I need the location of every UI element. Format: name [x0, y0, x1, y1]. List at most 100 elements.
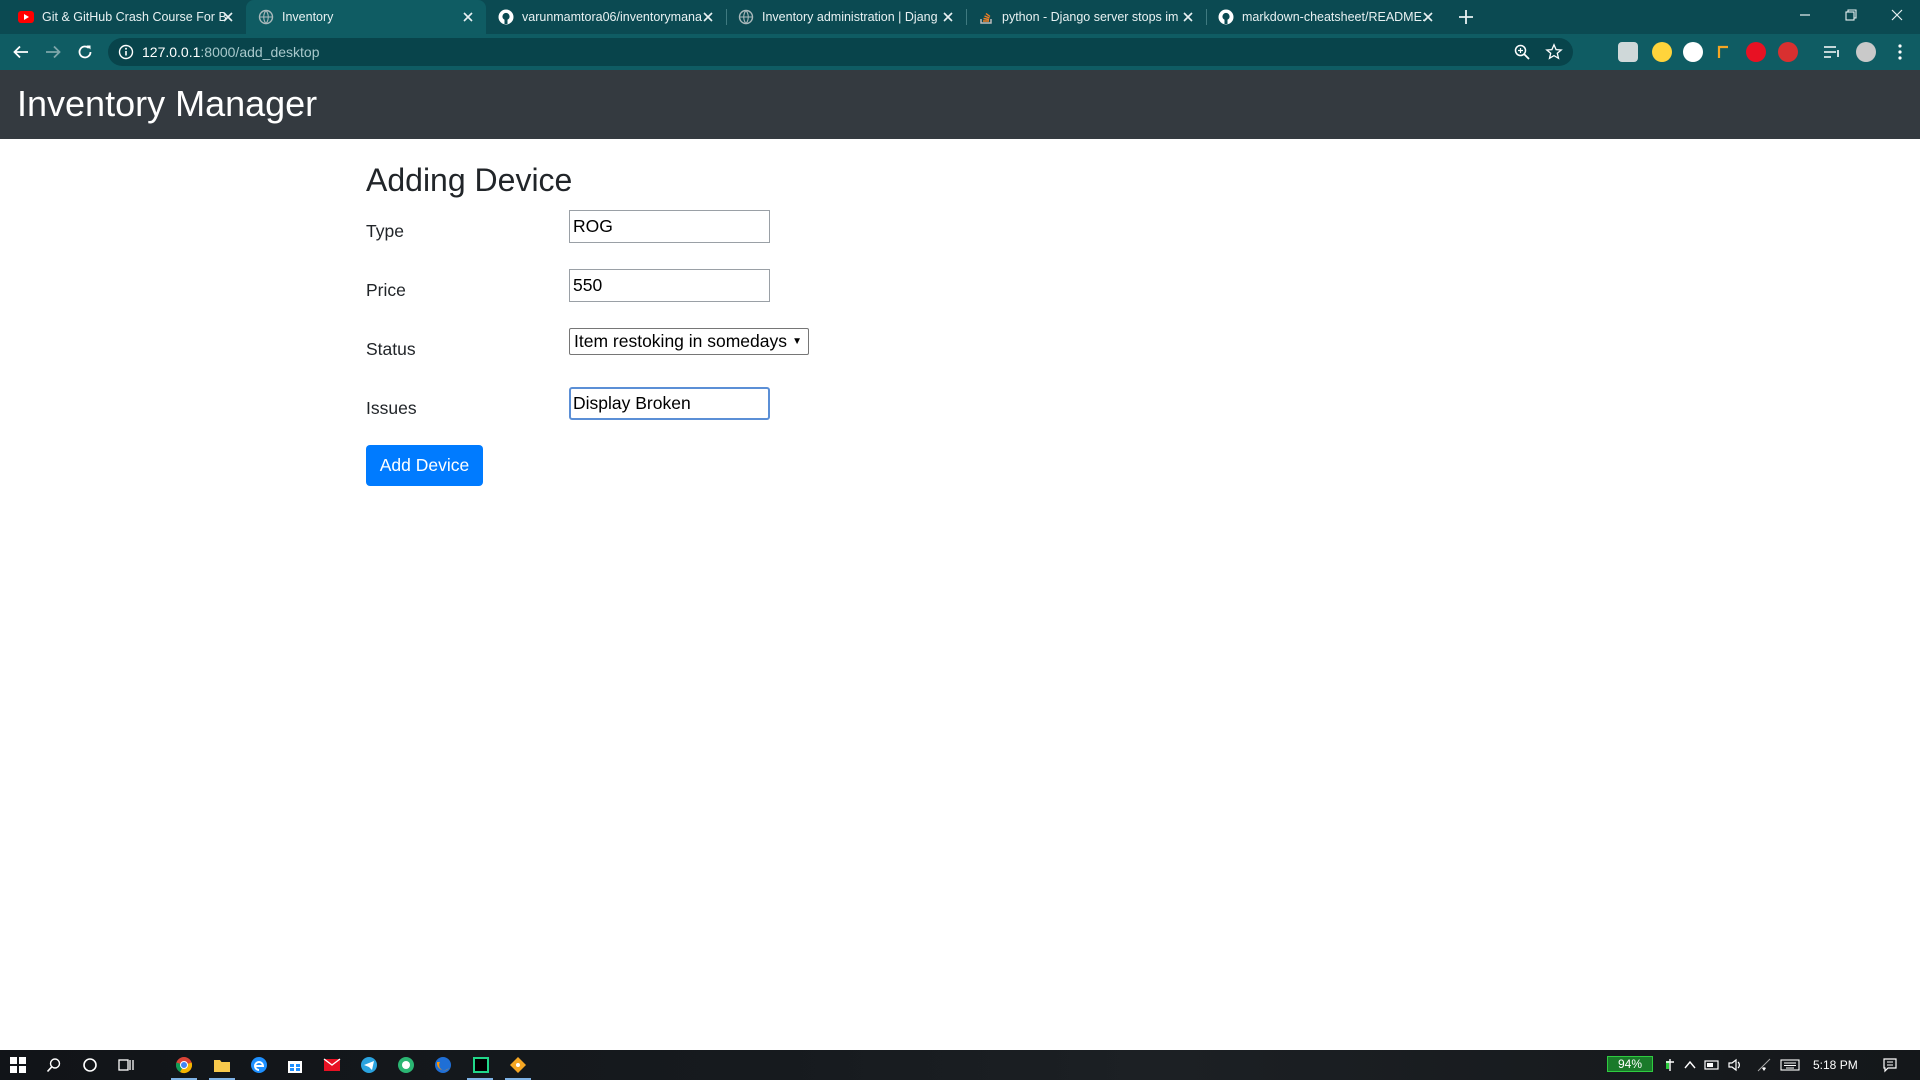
task-view-button[interactable] [116, 1055, 136, 1075]
vpn-extension-icon[interactable] [1683, 42, 1703, 62]
address-bar[interactable]: 127.0.0.1:8000/add_desktop [108, 38, 1573, 66]
restore-button[interactable] [1828, 0, 1874, 30]
app-navbar: Inventory Manager [0, 70, 1920, 139]
git-extension-icon[interactable] [1714, 42, 1734, 62]
minimize-icon [1800, 14, 1810, 16]
taskbar-app-green[interactable] [396, 1055, 416, 1075]
task-view-icon [118, 1059, 134, 1071]
restore-icon [1845, 9, 1857, 21]
github-icon [1218, 9, 1234, 25]
close-icon[interactable] [940, 9, 956, 25]
arrow-left-icon [13, 45, 28, 59]
pycharm-icon [473, 1057, 489, 1073]
store-icon [288, 1061, 302, 1073]
globe-icon [258, 9, 274, 25]
cortana-icon [83, 1058, 97, 1072]
taskbar-clock[interactable]: 5:18 PM [1813, 1058, 1858, 1072]
close-icon[interactable] [220, 9, 236, 25]
new-tab-button[interactable] [1456, 7, 1476, 27]
minimize-button[interactable] [1782, 0, 1828, 30]
chevron-up-icon[interactable] [1680, 1055, 1700, 1075]
edge-icon [251, 1057, 267, 1073]
tab-github-repo[interactable]: varunmamtora06/inventorymana [486, 0, 726, 34]
python-extension-icon[interactable] [1652, 42, 1672, 62]
tab-title: python - Django server stops im [1002, 10, 1179, 24]
record-extension-icon[interactable] [1778, 42, 1798, 62]
notifications-button[interactable] [1880, 1055, 1900, 1075]
issues-label: Issues [366, 398, 417, 418]
volume-icon[interactable] [1725, 1055, 1745, 1075]
taskbar-mail[interactable] [322, 1055, 342, 1075]
status-select[interactable]: Item restoking in somedays ▼ [569, 328, 809, 355]
tab-title: Inventory [282, 10, 334, 24]
tab-git-github-crash-course[interactable]: Git & GitHub Crash Course For B [6, 0, 246, 34]
windows-start-button[interactable] [8, 1055, 28, 1075]
mail-icon [323, 1058, 341, 1071]
kebab-menu-icon[interactable] [1890, 42, 1910, 62]
issues-input[interactable] [569, 387, 770, 420]
star-icon[interactable] [1545, 43, 1563, 61]
avatar[interactable] [1856, 42, 1876, 62]
git-icon [510, 1057, 526, 1073]
tab-inventory-administration[interactable]: Inventory administration | Djang [726, 0, 966, 34]
caret-down-icon: ▼ [792, 336, 802, 347]
arrow-right-icon [46, 45, 61, 59]
youtube-icon [18, 11, 34, 23]
search-button[interactable] [44, 1055, 64, 1075]
tab-title: Git & GitHub Crash Course For B [42, 10, 227, 24]
power-tray-icon[interactable] [1702, 1055, 1722, 1075]
tab-stackoverflow[interactable]: python - Django server stops im [966, 0, 1206, 34]
tab-inventory[interactable]: Inventory [246, 0, 486, 34]
close-icon[interactable] [1180, 9, 1196, 25]
close-icon[interactable] [700, 9, 716, 25]
adblock-extension-icon[interactable] [1746, 42, 1766, 62]
browser-tab-strip: Git & GitHub Crash Course For B Inventor… [0, 0, 1920, 34]
reload-icon [78, 45, 92, 59]
back-button[interactable] [10, 41, 32, 63]
url-path: :8000/add_desktop [200, 44, 320, 60]
telegram-icon [361, 1057, 377, 1073]
type-input[interactable] [569, 210, 770, 243]
zoom-icon[interactable] [1513, 43, 1531, 61]
battery-indicator[interactable]: 94% [1607, 1056, 1653, 1072]
taskbar-firefox[interactable] [433, 1055, 453, 1075]
price-label: Price [366, 280, 406, 300]
taskbar-pycharm[interactable] [471, 1055, 491, 1075]
add-device-button[interactable]: Add Device [366, 445, 483, 486]
windows-taskbar: 94% 5:18 PM [0, 1050, 1920, 1080]
globe-icon [738, 9, 754, 25]
search-icon [46, 1058, 61, 1073]
taskbar-telegram[interactable] [359, 1055, 379, 1075]
price-input[interactable] [569, 269, 770, 302]
reload-button[interactable] [74, 41, 96, 63]
info-icon[interactable] [118, 44, 134, 60]
extension-tab-icon[interactable] [1618, 42, 1638, 62]
brand-title[interactable]: Inventory Manager [17, 83, 317, 125]
tab-title: varunmamtora06/inventorymana [522, 10, 702, 24]
reading-list-icon[interactable] [1822, 42, 1842, 62]
close-icon[interactable] [460, 9, 476, 25]
page-title: Adding Device [366, 162, 573, 198]
forward-button[interactable] [42, 41, 64, 63]
folder-icon [214, 1060, 230, 1072]
taskbar-store[interactable] [285, 1055, 305, 1075]
cortana-button[interactable] [80, 1055, 100, 1075]
stackoverflow-icon [978, 9, 994, 25]
network-tray-icon[interactable] [1660, 1055, 1680, 1075]
github-icon [498, 9, 514, 25]
wifi-icon[interactable] [1754, 1055, 1774, 1075]
close-icon[interactable] [1420, 9, 1436, 25]
taskbar-file-explorer[interactable] [212, 1055, 232, 1075]
type-label: Type [366, 221, 404, 241]
keyboard-icon[interactable] [1780, 1055, 1800, 1075]
url-host: 127.0.0.1 [142, 44, 201, 60]
tab-markdown-cheatsheet[interactable]: markdown-cheatsheet/README. [1206, 0, 1446, 34]
taskbar-git-app[interactable] [508, 1055, 528, 1075]
tab-title: Inventory administration | Djang [762, 10, 938, 24]
tab-title: markdown-cheatsheet/README. [1242, 10, 1426, 24]
url-text: 127.0.0.1:8000/add_desktop [142, 44, 320, 60]
taskbar-chrome[interactable] [174, 1055, 194, 1075]
plus-icon [1459, 10, 1473, 24]
close-window-button[interactable] [1874, 0, 1920, 30]
taskbar-edge[interactable] [249, 1055, 269, 1075]
